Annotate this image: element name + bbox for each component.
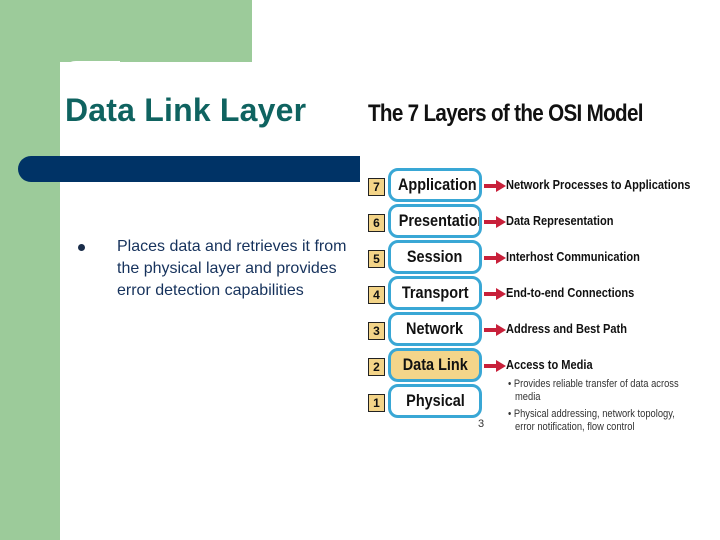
osi-layer-7: 7 Application Network Processes to Appli… bbox=[368, 168, 720, 204]
layer-name: Session bbox=[407, 247, 463, 266]
layer-box-highlighted: Data Link bbox=[388, 348, 482, 382]
layer-box: Transport bbox=[388, 276, 482, 310]
page-number: 3 bbox=[478, 418, 485, 430]
arrow-icon bbox=[484, 180, 506, 192]
arrow-icon bbox=[484, 360, 506, 372]
layer-number: 5 bbox=[368, 250, 385, 268]
layer-description: End-to-end Connections bbox=[506, 285, 635, 300]
layer-description: Access to Media bbox=[506, 357, 593, 372]
layer-box: Application bbox=[388, 168, 482, 202]
layer-number: 3 bbox=[368, 322, 385, 340]
layer-description: Interhost Communication bbox=[506, 249, 640, 264]
layer-box: Network bbox=[388, 312, 482, 346]
osi-layer-6: 6 Presentation Data Representation bbox=[368, 204, 720, 240]
arrow-icon bbox=[484, 216, 506, 228]
arrow-icon bbox=[484, 288, 506, 300]
osi-layer-5: 5 Session Interhost Communication bbox=[368, 240, 720, 276]
layer-number: 6 bbox=[368, 214, 385, 232]
data-link-detail: error notification, flow control bbox=[515, 421, 635, 433]
layer-description: Network Processes to Applications bbox=[506, 177, 691, 192]
decor-green-left bbox=[0, 0, 60, 540]
osi-figure-title: The 7 Layers of the OSI Model bbox=[368, 100, 643, 127]
layer-number: 7 bbox=[368, 178, 385, 196]
layer-number: 4 bbox=[368, 286, 385, 304]
slide-title: Data Link Layer bbox=[65, 92, 307, 128]
layer-name: Transport bbox=[401, 283, 469, 302]
data-link-detail: • Provides reliable transfer of data acr… bbox=[508, 378, 679, 390]
layer-box: Session bbox=[388, 240, 482, 274]
bullet-icon bbox=[78, 244, 85, 251]
layer-name: Application bbox=[397, 175, 477, 194]
bullet-text: Places data and retrieves it from the ph… bbox=[117, 238, 347, 299]
osi-layer-4: 4 Transport End-to-end Connections bbox=[368, 276, 720, 312]
layer-name: Data Link bbox=[402, 355, 468, 374]
layer-number: 1 bbox=[368, 394, 385, 412]
layer-description: Address and Best Path bbox=[506, 321, 627, 336]
layer-description: Data Representation bbox=[506, 213, 614, 228]
layer-name: Presentation bbox=[398, 211, 482, 230]
data-link-detail: • Physical addressing, network topology, bbox=[508, 408, 675, 420]
layer-name: Network bbox=[406, 319, 464, 338]
title-underline-bar bbox=[18, 156, 360, 182]
layer-name: Physical bbox=[405, 391, 465, 410]
layer-box: Presentation bbox=[388, 204, 482, 238]
osi-layer-3: 3 Network Address and Best Path bbox=[368, 312, 720, 348]
layer-number: 2 bbox=[368, 358, 385, 376]
layer-box: Physical bbox=[388, 384, 482, 418]
arrow-icon bbox=[484, 324, 506, 336]
data-link-detail: media bbox=[515, 391, 541, 403]
arrow-icon bbox=[484, 252, 506, 264]
